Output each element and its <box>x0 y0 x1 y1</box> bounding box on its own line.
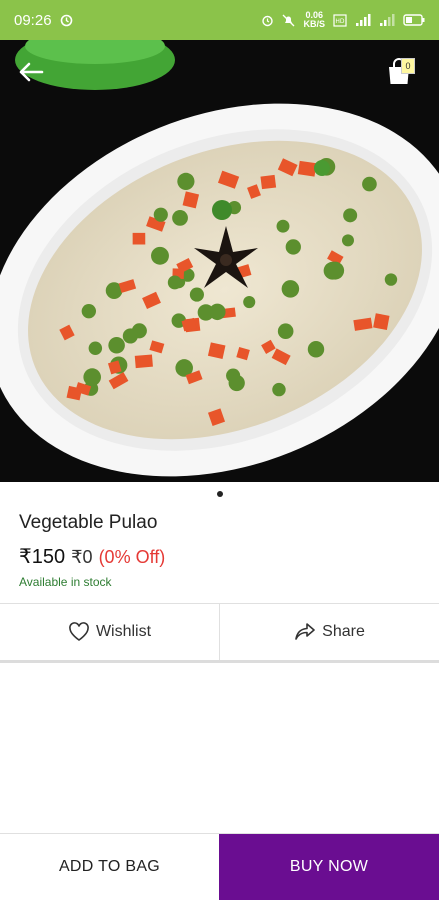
image-carousel-indicator <box>0 491 439 497</box>
pea <box>341 234 354 247</box>
stock-status: Available in stock <box>19 575 112 589</box>
battery-icon <box>403 14 425 26</box>
status-left: 09:26 <box>14 12 73 29</box>
pea <box>285 239 301 255</box>
share-label: Share <box>322 623 365 640</box>
pea <box>81 304 97 319</box>
pea <box>281 280 300 298</box>
discount-label: (0% Off) <box>98 547 166 567</box>
carrot-piece <box>132 232 146 245</box>
pea <box>167 275 182 290</box>
pea <box>177 172 195 190</box>
pea <box>384 273 398 286</box>
back-button[interactable] <box>14 55 48 89</box>
pea <box>151 246 169 265</box>
silent-icon <box>282 14 295 27</box>
carrot-piece <box>134 354 153 369</box>
pea <box>228 374 245 392</box>
carrot-piece <box>260 174 277 190</box>
cart-button[interactable]: 0 <box>381 54 417 90</box>
pea <box>362 176 377 192</box>
carrot-piece <box>297 160 317 177</box>
product-mrp: ₹0 <box>71 547 93 567</box>
status-bar: 09:26 0.06 KB/S HD <box>0 0 439 40</box>
food-image <box>0 40 439 482</box>
wishlist-button[interactable]: Wishlist <box>0 604 219 660</box>
buy-now-button[interactable]: BUY NOW <box>219 834 439 900</box>
svg-text:HD: HD <box>335 18 345 25</box>
network-speed-unit: KB/S <box>303 19 325 29</box>
pea <box>277 323 294 340</box>
product-price: ₹150 <box>19 546 66 568</box>
signal-icon <box>355 13 371 27</box>
pea <box>172 210 188 226</box>
price-row: ₹150 ₹0 (0% Off) <box>19 544 165 569</box>
pea <box>189 287 204 302</box>
alarm-icon <box>261 14 274 27</box>
sync-icon <box>60 14 73 27</box>
pea <box>243 295 256 309</box>
wishlist-label: Wishlist <box>95 623 152 640</box>
pea <box>323 261 342 280</box>
cart-count-badge: 0 <box>401 58 415 74</box>
pea <box>343 208 358 223</box>
product-name: Vegetable Pulao <box>19 512 158 533</box>
status-time: 09:26 <box>14 11 52 29</box>
network-speed: 0.06 KB/S <box>303 11 325 29</box>
arrow-left-icon <box>19 62 44 82</box>
pea <box>88 341 103 355</box>
pea <box>153 207 168 222</box>
heart-icon <box>69 622 89 641</box>
pea <box>108 336 125 354</box>
pea <box>83 368 101 386</box>
share-icon <box>295 623 315 640</box>
product-image[interactable] <box>0 40 439 482</box>
status-right: 0.06 KB/S HD <box>261 11 425 29</box>
share-button[interactable]: Share <box>219 604 439 660</box>
product-actions: Wishlist Share <box>0 603 439 663</box>
pea <box>276 219 290 233</box>
pea <box>122 328 138 344</box>
volte-icon: HD <box>333 13 347 27</box>
pea <box>197 304 215 321</box>
carousel-dot-active[interactable] <box>216 491 223 497</box>
signal-icon <box>379 13 395 27</box>
pea <box>307 341 325 358</box>
pea <box>272 382 286 397</box>
bottom-action-bar: ADD TO BAG BUY NOW <box>0 833 439 900</box>
carrot-piece <box>373 313 390 331</box>
add-to-bag-button[interactable]: ADD TO BAG <box>0 834 219 900</box>
